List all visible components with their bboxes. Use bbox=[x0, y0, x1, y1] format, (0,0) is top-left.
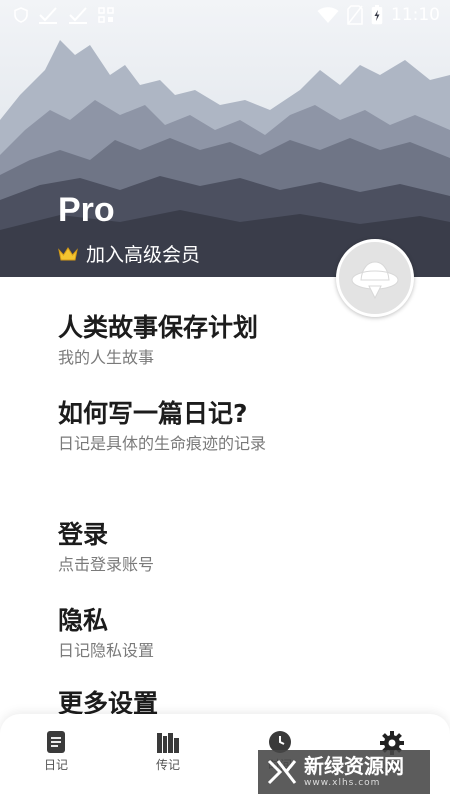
battery-icon bbox=[371, 5, 383, 25]
status-time: 11:10 bbox=[391, 5, 440, 25]
nav-label: 日记 bbox=[43, 758, 68, 772]
watermark-logo-icon bbox=[266, 756, 298, 788]
menu-item-title: 人类故事保存计划 bbox=[58, 313, 259, 342]
menu-item-login[interactable]: 登录 点击登录账号 bbox=[58, 519, 154, 577]
check-icon bbox=[68, 6, 88, 24]
menu-item-subtitle: 点击登录账号 bbox=[58, 555, 155, 574]
nav-label: 传记 bbox=[155, 758, 180, 772]
check-icon bbox=[38, 6, 58, 24]
menu-item-subtitle: 我的人生故事 bbox=[58, 348, 155, 367]
menu-item-subtitle: 日记隐私设置 bbox=[58, 641, 155, 660]
watermark: 新绿资源网 www.xlhs.com bbox=[258, 750, 430, 794]
avatar[interactable] bbox=[336, 239, 414, 317]
menu-item-privacy[interactable]: 隐私 日记隐私设置 bbox=[58, 605, 154, 663]
crown-icon bbox=[58, 246, 78, 262]
profile-title: Pro bbox=[58, 191, 115, 229]
diary-icon bbox=[46, 730, 66, 754]
header-banner: 11:10 Pro 加入高级会员 bbox=[0, 0, 450, 277]
watermark-text: 新绿资源网 bbox=[304, 754, 404, 778]
grid-icon bbox=[98, 7, 114, 23]
join-vip-button[interactable]: 加入高级会员 bbox=[58, 240, 200, 267]
menu-item-subtitle: 日记是具体的生命痕迹的记录 bbox=[58, 434, 267, 453]
wifi-icon bbox=[317, 6, 339, 24]
join-vip-label: 加入高级会员 bbox=[86, 244, 201, 266]
menu-item-title: 登录 bbox=[58, 520, 109, 549]
watermark-url: www.xlhs.com bbox=[304, 778, 381, 788]
no-sim-icon bbox=[347, 5, 363, 25]
hat-avatar-icon bbox=[349, 252, 401, 304]
status-bar: 11:10 bbox=[0, 0, 450, 32]
menu-item-story-plan[interactable]: 人类故事保存计划 我的人生故事 bbox=[58, 312, 258, 370]
menu-item-title: 隐私 bbox=[58, 606, 109, 635]
menu-item-how-to-write[interactable]: 如何写一篇日记? 日记是具体的生命痕迹的记录 bbox=[58, 398, 266, 456]
nav-item-diary[interactable]: 日记 bbox=[26, 730, 86, 773]
nav-item-biography[interactable]: 传记 bbox=[138, 730, 198, 773]
shield-icon bbox=[14, 7, 28, 23]
books-icon bbox=[156, 730, 180, 754]
mountain-landscape-image bbox=[0, 40, 450, 277]
menu-item-title: 如何写一篇日记? bbox=[58, 399, 248, 428]
